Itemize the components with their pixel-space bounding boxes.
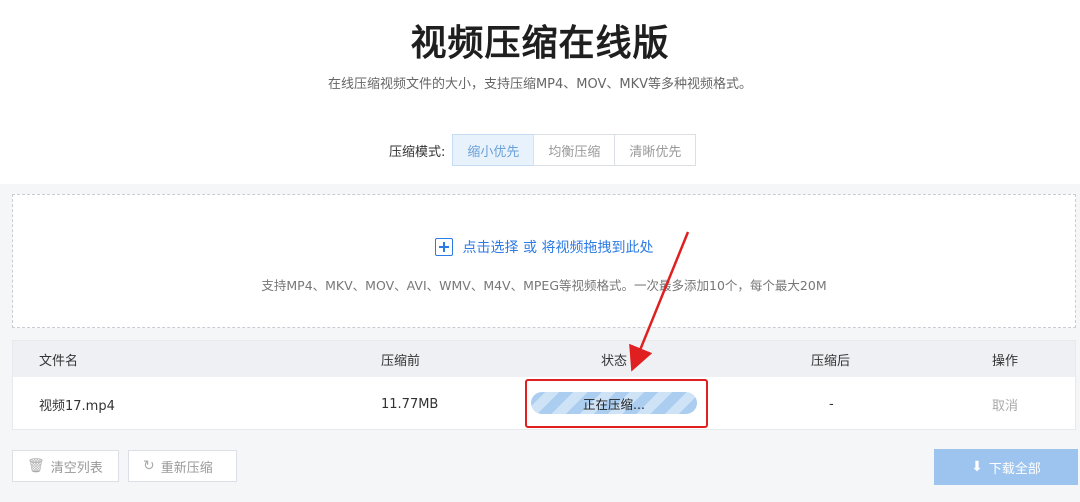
header-filename: 文件名	[39, 353, 79, 369]
recompress-button[interactable]: ↻ 重新压缩	[128, 450, 237, 482]
compression-progress-bar: 正在压缩...	[531, 392, 697, 414]
mode-option-clarity-first[interactable]: 清晰优先	[614, 134, 697, 166]
recompress-label: 重新压缩	[160, 460, 213, 476]
clear-list-label: 清空列表	[50, 460, 103, 476]
header-size-after: 压缩后	[811, 353, 851, 369]
mode-option-balanced[interactable]: 均衡压缩	[533, 134, 616, 166]
table-header: 文件名 压缩前 状态 压缩后 操作	[13, 341, 1075, 377]
header-status: 状态	[601, 353, 628, 369]
refresh-icon: ↻	[143, 458, 155, 474]
table-row: 视频17.mp4 11.77MB 正在压缩... - 取消	[13, 377, 1075, 431]
row-filename: 视频17.mp4	[39, 398, 115, 414]
upload-prompt-text[interactable]: 点击选择 或 将视频拖拽到此处	[463, 237, 654, 257]
row-size-after: -	[829, 396, 834, 412]
upload-format-hint: 支持MP4、MKV、MOV、AVI、WMV、M4V、MPEG等视频格式。一次最多…	[261, 278, 827, 293]
cancel-button[interactable]: 取消	[992, 395, 1018, 414]
compression-mode-label: 压缩模式:	[389, 144, 446, 160]
header-action: 操作	[992, 353, 1019, 369]
upload-dropzone[interactable]: 点击选择 或 将视频拖拽到此处 支持MP4、MKV、MOV、AVI、WMV、M4…	[12, 194, 1076, 328]
download-icon: ⬇	[971, 459, 983, 475]
compression-mode-selector: 压缩模式: 缩小优先 均衡压缩 清晰优先	[389, 134, 697, 166]
download-all-label: 下载全部	[988, 461, 1041, 477]
progress-status-text: 正在压缩...	[583, 396, 645, 412]
row-size-before: 11.77MB	[381, 396, 439, 412]
mode-option-smaller-first[interactable]: 缩小优先	[452, 134, 535, 166]
download-all-button[interactable]: ⬇ 下载全部	[934, 449, 1078, 485]
upload-prompt[interactable]: 点击选择 或 将视频拖拽到此处	[13, 237, 1075, 257]
file-table: 文件名 压缩前 状态 压缩后 操作 视频17.mp4 11.77MB 正在压缩.…	[12, 340, 1076, 430]
page-title: 视频压缩在线版	[410, 23, 670, 64]
page: 视频压缩在线版 在线压缩视频文件的大小，支持压缩MP4、MOV、MKV等多种视频…	[0, 0, 1080, 502]
header-size-before: 压缩前	[381, 353, 421, 369]
page-subtitle: 在线压缩视频文件的大小，支持压缩MP4、MOV、MKV等多种视频格式。	[327, 77, 753, 92]
plus-icon[interactable]	[434, 238, 453, 256]
clear-list-button[interactable]: 🗑 清空列表	[12, 450, 119, 482]
trash-icon: 🗑	[27, 458, 45, 474]
